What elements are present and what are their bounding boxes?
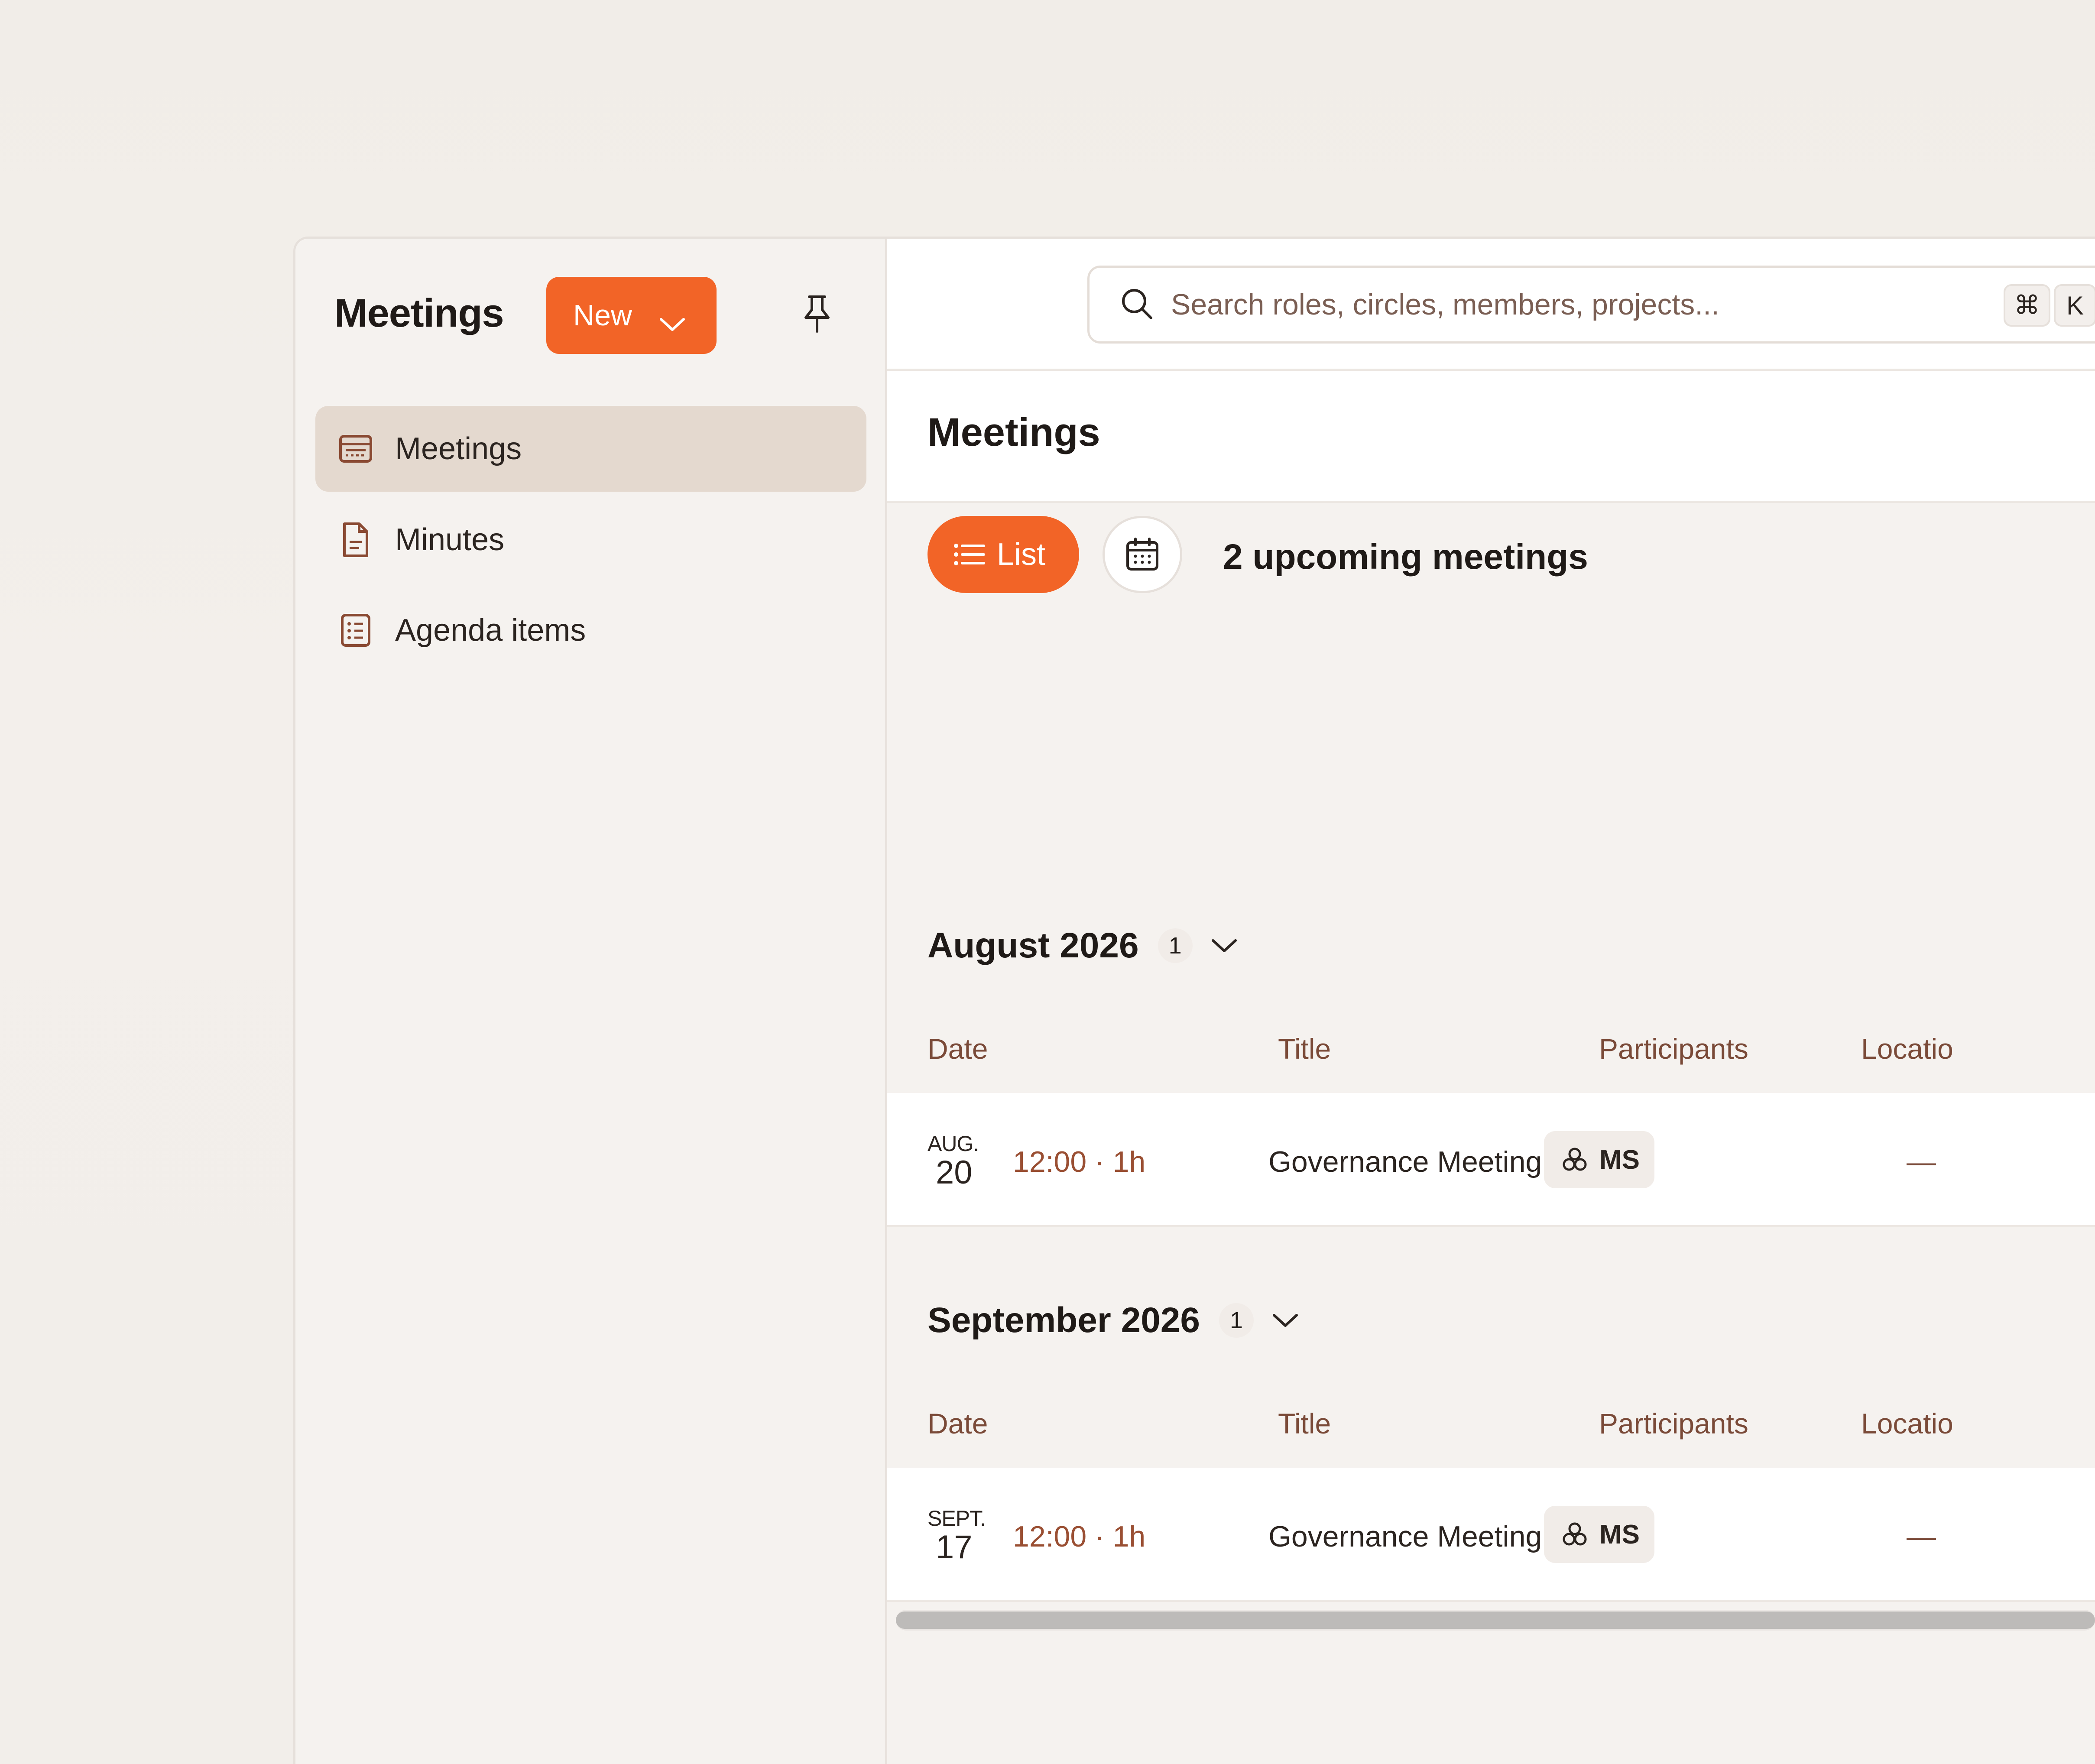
meetings-icon xyxy=(338,431,373,467)
calendar-icon xyxy=(1126,538,1158,571)
group-title: September 2026 xyxy=(928,1300,1200,1340)
scrollbar-thumb[interactable] xyxy=(896,1612,2095,1629)
participant-label: MS xyxy=(1599,1519,1640,1550)
sidebar-item-agenda-items[interactable]: Agenda items xyxy=(315,587,866,673)
location-value: — xyxy=(1907,1520,1936,1553)
group-count-badge: 1 xyxy=(1158,928,1193,963)
date-day: 17 xyxy=(936,1529,973,1566)
group-title: August 2026 xyxy=(928,926,1139,965)
column-header-location[interactable]: Locatio xyxy=(1861,1032,1953,1065)
column-header-location[interactable]: Locatio xyxy=(1861,1407,1953,1440)
new-button-label: New xyxy=(573,299,632,332)
sidebar-title: Meetings xyxy=(334,291,504,335)
date-month: SEPT. xyxy=(928,1506,986,1531)
meeting-title[interactable]: Governance Meeting xyxy=(1268,1145,1542,1179)
participant-chip[interactable]: MS xyxy=(1544,1131,1654,1188)
list-view-label: List xyxy=(997,537,1046,572)
list-icon xyxy=(338,613,373,648)
table-row[interactable]: SEPT. 17 12:00 · 1h Governance Meeting M… xyxy=(887,1468,2095,1602)
search-input[interactable] xyxy=(1171,288,1951,321)
main-content: ⌘ K Meetings List 2 upcoming meetings Au… xyxy=(887,239,2095,1764)
upcoming-count: 2 upcoming meetings xyxy=(1223,537,1588,577)
horizontal-scrollbar[interactable] xyxy=(896,1610,2095,1631)
column-header-participants[interactable]: Participants xyxy=(1599,1407,1748,1440)
list-view-icon xyxy=(954,544,985,565)
participant-chip[interactable]: MS xyxy=(1544,1506,1654,1563)
chevron-down-icon[interactable] xyxy=(1272,1312,1299,1329)
column-header-title[interactable]: Title xyxy=(1278,1407,1331,1440)
group-count-badge: 1 xyxy=(1219,1303,1254,1338)
pin-icon[interactable] xyxy=(801,294,833,335)
list-view-button[interactable]: List xyxy=(928,516,1079,593)
column-header-date[interactable]: Date xyxy=(928,1032,988,1065)
meeting-time: 12:00 · 1h xyxy=(1013,1145,1146,1178)
page-header: Meetings xyxy=(887,371,2095,503)
sidebar-item-label: Agenda items xyxy=(395,613,586,648)
document-icon xyxy=(338,522,373,558)
page-title: Meetings xyxy=(928,410,1100,454)
calendar-view-button[interactable] xyxy=(1103,516,1182,593)
sidebar-item-meetings[interactable]: Meetings xyxy=(315,406,866,492)
table-row[interactable]: AUG. 20 12:00 · 1h Governance Meeting MS… xyxy=(887,1093,2095,1227)
circle-icon xyxy=(1563,1148,1587,1171)
column-header-title[interactable]: Title xyxy=(1278,1032,1331,1065)
circle-icon xyxy=(1563,1522,1587,1546)
topbar: ⌘ K xyxy=(887,239,2095,371)
sidebar-item-minutes[interactable]: Minutes xyxy=(315,497,866,583)
meeting-time: 12:00 · 1h xyxy=(1013,1520,1146,1553)
sidebar-item-label: Meetings xyxy=(395,431,522,466)
sidebar-item-label: Minutes xyxy=(395,522,505,557)
chevron-down-icon[interactable] xyxy=(1211,937,1238,954)
new-button[interactable]: New xyxy=(546,277,717,354)
group-header-august[interactable]: August 2026 1 xyxy=(928,925,1238,966)
shortcut-k-key: K xyxy=(2054,284,2095,327)
app-window: Meetings New Meetings Minutes Agenda ite… xyxy=(293,237,2095,1764)
meeting-title[interactable]: Governance Meeting xyxy=(1268,1520,1542,1553)
date-day: 20 xyxy=(936,1154,973,1191)
location-value: — xyxy=(1907,1145,1936,1178)
shortcut-cmd-key: ⌘ xyxy=(2004,284,2050,327)
group-header-september[interactable]: September 2026 1 xyxy=(928,1300,1299,1341)
column-header-date[interactable]: Date xyxy=(928,1407,988,1440)
sidebar: Meetings New Meetings Minutes Agenda ite… xyxy=(295,239,887,1764)
column-header-participants[interactable]: Participants xyxy=(1599,1032,1748,1065)
search-icon xyxy=(1120,287,1154,323)
chevron-down-icon xyxy=(658,306,686,340)
participant-label: MS xyxy=(1599,1145,1640,1175)
search-bar[interactable]: ⌘ K xyxy=(1087,266,2095,344)
date-month: AUG. xyxy=(928,1132,979,1156)
